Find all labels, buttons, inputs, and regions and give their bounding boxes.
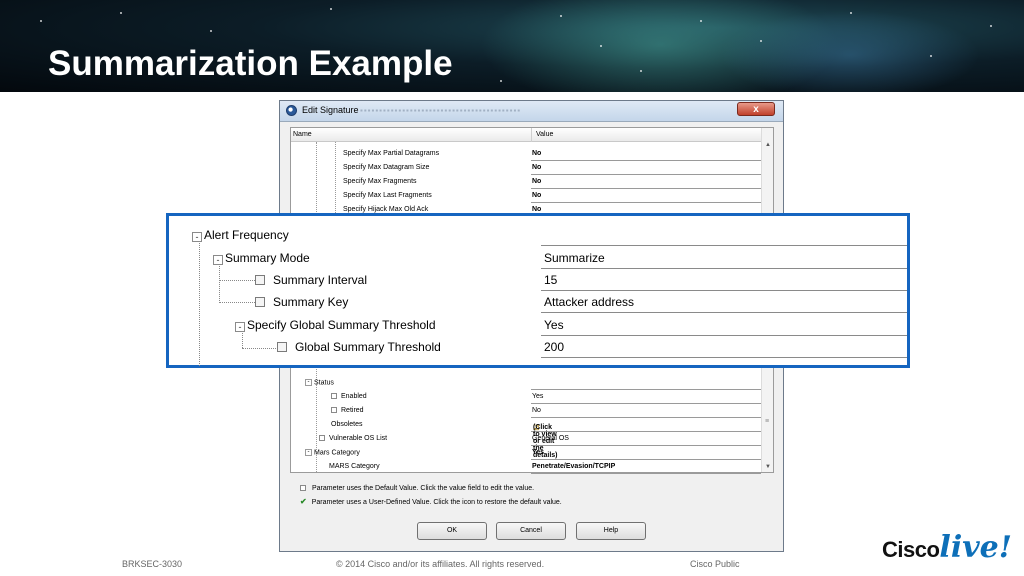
table-row[interactable]: Specify Max Datagram Size No [291,161,761,175]
scroll-grip-icon[interactable]: ≡ [765,418,769,425]
table-row[interactable]: Summary Interval 15 [169,269,907,291]
copyright: © 2014 Cisco and/or its affiliates. All … [336,559,545,569]
blurred-toolbar: ▪▪▪▪▪▪▪▪▪▪▪▪▪▪▪▪▪▪▪▪▪▪▪▪▪▪▪▪▪▪▪▪▪▪▪▪▪▪▪▪… [360,106,522,115]
collapse-icon[interactable]: - [305,449,312,456]
collapse-icon[interactable]: - [235,322,245,332]
table-row[interactable]: Vulnerable OS List General OS [291,432,761,446]
table-row[interactable]: Specify Max Partial Datagrams No [291,147,761,161]
classification: Cisco Public [690,559,740,569]
user-defined-icon: ✔ [300,497,307,506]
grid-header: Name Value [291,128,761,142]
table-row[interactable]: Specify Max Last Fragments No [291,189,761,203]
default-value-icon[interactable] [277,342,287,352]
cisco-app-icon [286,105,297,116]
collapse-icon[interactable]: - [192,232,202,242]
default-value-icon[interactable] [255,297,265,307]
default-value-icon[interactable] [331,393,337,400]
table-row[interactable]: - Specify Global Summary Threshold Yes [169,314,907,336]
table-row[interactable]: Specify Max Fragments No [291,175,761,189]
legend-user-defined: ✔ Parameter uses a User-Defined Value. Cl… [300,497,562,506]
table-row[interactable]: Obsoletes ☑ (Click to view or edit the d… [291,418,761,459]
collapse-icon[interactable]: - [305,379,312,386]
table-row[interactable]: - Status [291,376,761,390]
table-row[interactable]: - Mars Category Yes [291,446,761,460]
help-button[interactable]: Help [576,522,646,540]
table-row[interactable]: Enabled Yes [291,390,761,404]
close-button[interactable]: x [737,102,775,116]
cisco-live-logo: Ciscolive! [882,530,1012,565]
header-banner: Summarization Example [0,0,1024,92]
ok-button[interactable]: OK [417,522,487,540]
session-code: BRKSEC-3030 [122,559,183,569]
default-value-icon[interactable] [319,435,325,442]
default-value-icon[interactable] [331,407,337,414]
scroll-up-icon[interactable]: ▲ [765,142,771,148]
table-row[interactable]: - Alert Frequency [169,224,907,246]
table-row[interactable]: - Summary Mode Summarize [169,247,907,269]
collapse-icon[interactable]: - [213,255,223,265]
cancel-button[interactable]: Cancel [496,522,566,540]
table-row[interactable]: Retired No [291,404,761,418]
dialog-title: Edit Signature [302,105,359,115]
table-row[interactable]: MARS Category Penetrate/Evasion/TCPIP [291,460,761,474]
dialog-titlebar[interactable]: Edit Signature ▪▪▪▪▪▪▪▪▪▪▪▪▪▪▪▪▪▪▪▪▪▪▪▪▪… [280,101,783,122]
zoom-callout: - Alert Frequency - Summary Mode Summarize… [166,213,910,368]
legend-default: Parameter uses the Default Value. Click … [300,485,534,492]
default-value-icon[interactable] [255,275,265,285]
table-row[interactable]: Global Summary Threshold 200 [169,336,907,358]
table-row[interactable]: Summary Key Attacker address [169,291,907,313]
slide-title: Summarization Example [48,44,453,83]
default-value-icon [300,485,306,492]
nebula-glow [720,10,980,92]
scroll-down-icon[interactable]: ▼ [765,464,771,470]
column-header-name[interactable]: Name [293,131,312,138]
column-header-value[interactable]: Value [536,131,553,138]
